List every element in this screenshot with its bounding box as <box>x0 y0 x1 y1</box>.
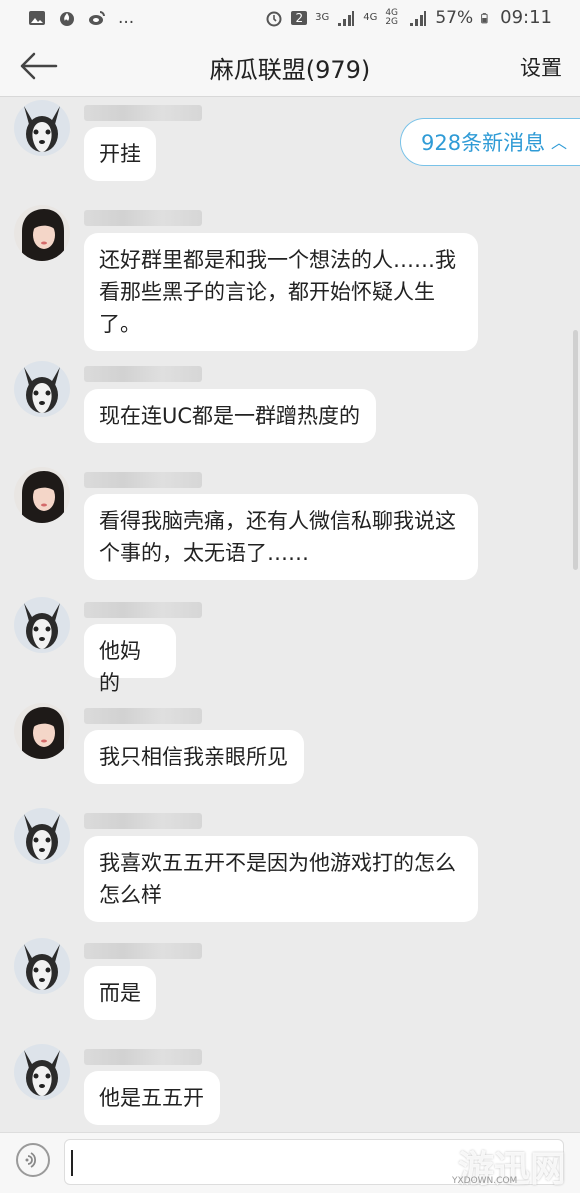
network-type-3: 4G 2G <box>385 7 399 27</box>
message-bubble[interactable]: 我喜欢五五开不是因为他游戏打的怎么 怎么样 <box>84 836 478 922</box>
chat-header: 麻瓜联盟(979) 设置 <box>0 36 580 97</box>
message-bubble[interactable]: 现在连UC都是一群蹭热度的 <box>84 389 376 443</box>
blurred-nickname <box>84 210 202 226</box>
scrollbar[interactable] <box>573 330 578 570</box>
watermark-sub: YXDOWN.COM <box>451 1176 518 1186</box>
status-left-icons: ... <box>28 8 134 28</box>
blurred-nickname <box>84 472 202 488</box>
more-notifications: ... <box>118 8 135 28</box>
blurred-nickname <box>84 105 202 121</box>
sim-badge: 2 <box>291 10 308 25</box>
message-bubble[interactable]: 他妈的 <box>84 624 176 695</box>
chevron-up-icon: ︿ <box>551 133 568 152</box>
avatar-husky[interactable] <box>14 808 70 864</box>
network-type-2: 4G <box>363 12 378 23</box>
settings-button[interactable]: 设置 <box>520 52 562 82</box>
new-messages-label: 928条新消息 <box>421 131 546 155</box>
watermark-logo: 游迅网 YXDOWN.COM <box>452 1140 566 1192</box>
message-bubble[interactable]: 看得我脑壳痛，还有人微信私聊我说这 个事的，太无语了…… <box>84 494 478 580</box>
status-time: 09:11 <box>500 7 552 28</box>
blurred-nickname <box>84 602 202 618</box>
avatar-girl[interactable] <box>14 467 70 523</box>
message-bubble[interactable]: 还好群里都是和我一个想法的人……我 看那些黑子的言论，都开始怀疑人生 了。 <box>84 233 478 351</box>
battery-icon <box>481 12 488 23</box>
blurred-nickname <box>84 813 202 829</box>
blurred-nickname <box>84 708 202 724</box>
chat-title: 麻瓜联盟(979) <box>209 56 371 84</box>
weibo-icon <box>89 11 105 25</box>
message-bubble[interactable]: 他是五五开 <box>84 1071 220 1125</box>
alarm-icon <box>266 11 282 26</box>
new-messages-button[interactable]: 928条新消息 ︿ <box>400 118 580 166</box>
signal-icon-2 <box>410 10 427 26</box>
blurred-nickname <box>84 1049 202 1065</box>
text-caret <box>71 1150 73 1176</box>
avatar-husky[interactable] <box>14 1044 70 1100</box>
status-bar: ... 2 3G 4G 4G 2G 57% 09:11 <box>0 0 580 36</box>
message-bubble[interactable]: 开挂 <box>84 127 156 181</box>
message-bubble[interactable]: 我只相信我亲眼所见 <box>84 730 304 784</box>
avatar-girl[interactable] <box>14 703 70 759</box>
avatar-husky[interactable] <box>14 361 70 417</box>
blurred-nickname <box>84 366 202 382</box>
status-right-icons: 2 3G 4G 4G 2G 57% 09:11 <box>265 7 552 28</box>
voice-button[interactable] <box>16 1143 50 1177</box>
blurred-nickname <box>84 943 202 959</box>
flame-icon <box>60 12 74 26</box>
avatar-husky[interactable] <box>14 100 70 156</box>
avatar-girl[interactable] <box>14 205 70 261</box>
network-type-1: 3G <box>315 12 330 23</box>
message-bubble[interactable]: 而是 <box>84 966 156 1020</box>
voice-icon <box>25 1152 37 1168</box>
image-icon <box>29 11 45 25</box>
signal-icon <box>338 10 355 26</box>
avatar-husky[interactable] <box>14 938 70 994</box>
battery-percent: 57% <box>435 7 474 28</box>
avatar-husky[interactable] <box>14 597 70 653</box>
